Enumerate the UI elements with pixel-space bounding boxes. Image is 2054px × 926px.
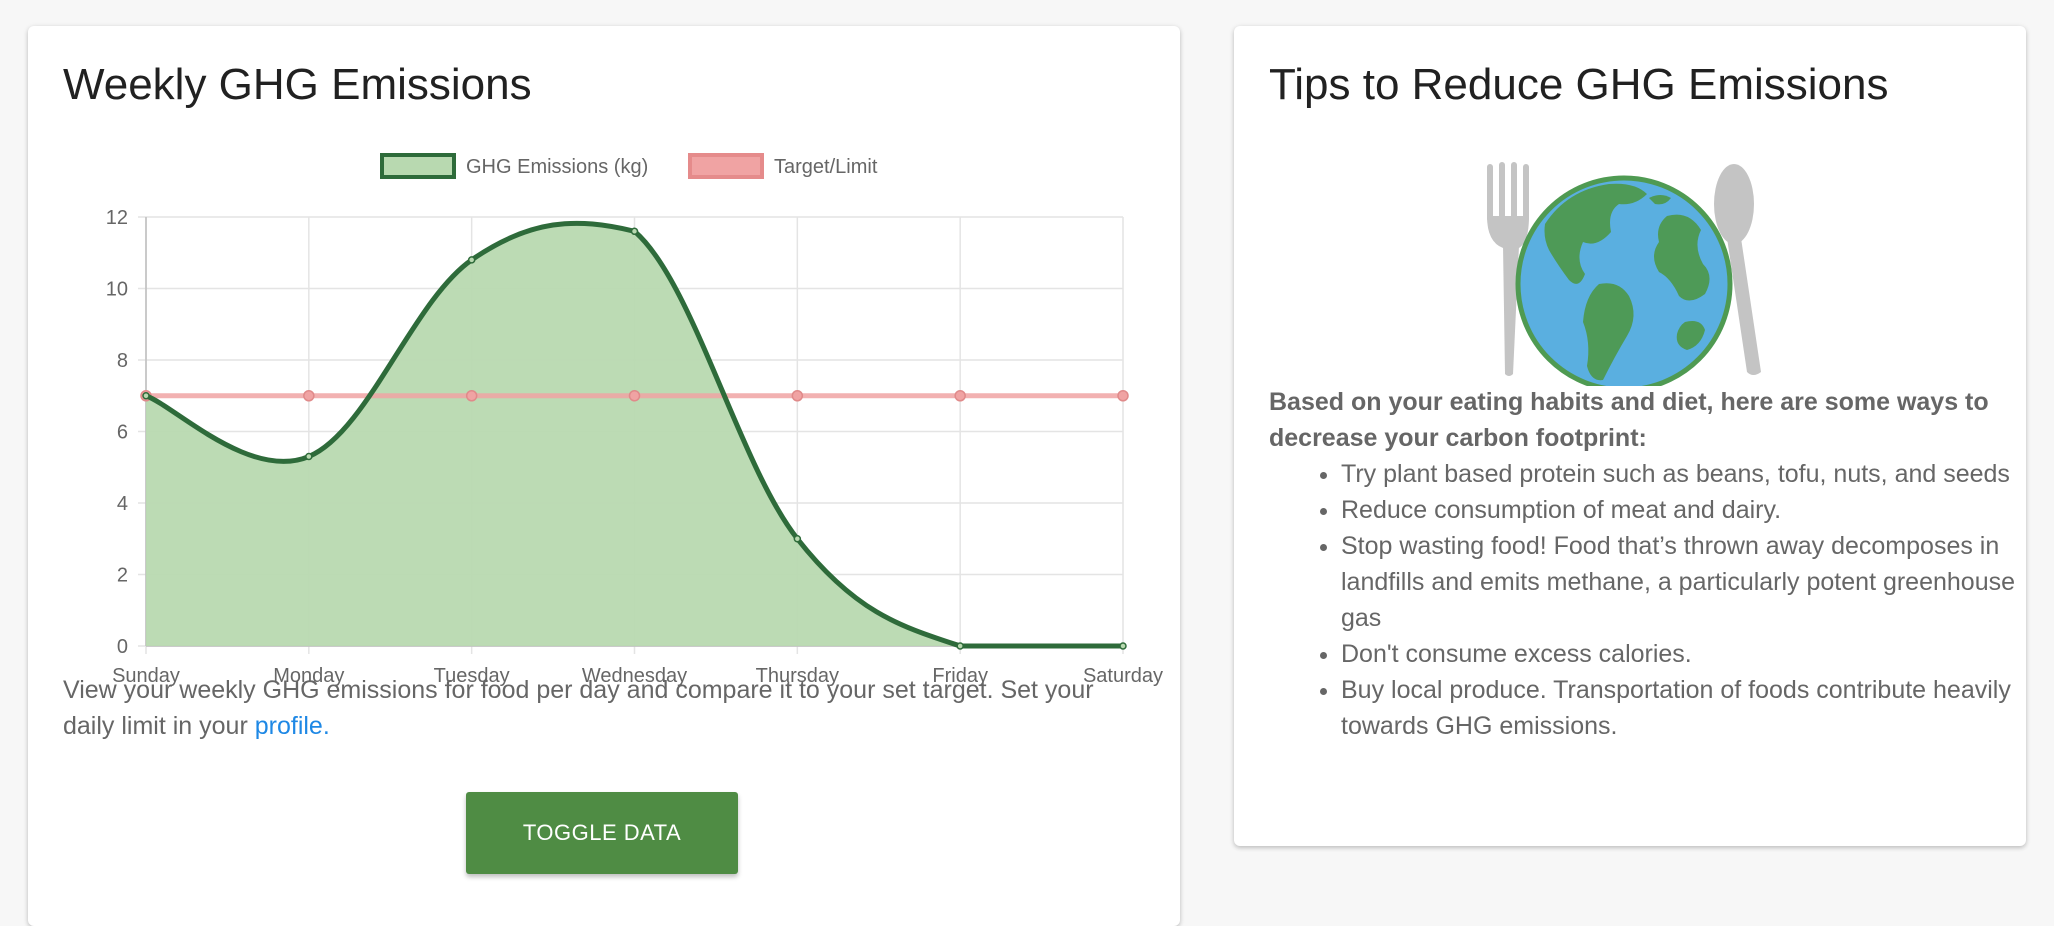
legend-label-target: Target/Limit xyxy=(774,156,878,178)
emissions-point xyxy=(956,642,964,650)
emissions-card: Weekly GHG Emissions 0 2 4 6 8 10 12 Sunday Mond… xyxy=(28,26,1180,926)
y-tick-label: 10 xyxy=(106,279,128,301)
list-item: Try plant based protein such as beans, t… xyxy=(1341,456,2054,492)
emissions-point xyxy=(305,452,313,461)
legend-label-emissions: GHG Emissions (kg) xyxy=(466,156,648,178)
tips-intro: Based on your eating habits and diet, he… xyxy=(1269,388,1989,452)
y-tick-label: 2 xyxy=(117,565,128,587)
emissions-description: View your weekly GHG emissions for food … xyxy=(63,672,1133,744)
emissions-point xyxy=(1119,642,1127,650)
legend-swatch-emissions xyxy=(380,153,456,179)
target-point xyxy=(628,390,641,402)
target-point xyxy=(954,390,966,402)
toggle-data-button[interactable]: TOGGLE DATA xyxy=(466,792,738,874)
y-tick-label: 0 xyxy=(117,636,128,658)
emissions-area xyxy=(146,223,1123,646)
emissions-card-title: Weekly GHG Emissions xyxy=(63,60,532,109)
legend-swatch-target xyxy=(688,153,764,179)
target-point xyxy=(1117,390,1129,402)
emissions-point xyxy=(630,227,639,236)
target-point xyxy=(791,390,804,402)
target-point xyxy=(465,390,478,402)
list-item: Don't consume excess calories. xyxy=(1341,636,2054,672)
emissions-point xyxy=(793,535,802,543)
list-item: Buy local produce. Transportation of foo… xyxy=(1341,672,2054,744)
emissions-point xyxy=(467,256,476,264)
y-tick-label: 12 xyxy=(106,207,128,229)
emissions-point xyxy=(142,392,150,400)
emissions-chart: 024681012Sunday Monday Tuesday Wednesday Thu… xyxy=(106,153,1163,687)
profile-link[interactable]: profile. xyxy=(255,712,330,740)
description-text: View your weekly GHG emissions for food … xyxy=(63,676,1094,740)
list-item: Reduce consumption of meat and dairy. xyxy=(1341,492,2054,528)
y-tick-label: 6 xyxy=(117,422,128,444)
list-item: Stop wasting food! Food that’s thrown aw… xyxy=(1341,528,2054,636)
target-point xyxy=(303,390,315,402)
y-tick-label: 8 xyxy=(117,350,128,372)
tips-list: Try plant based protein such as beans, t… xyxy=(1269,456,2054,744)
globe-with-fork-and-spoon-icon xyxy=(1487,162,1761,386)
y-tick-label: 4 xyxy=(117,493,128,515)
tips-card-title: Tips to Reduce GHG Emissions xyxy=(1269,60,1889,109)
tips-card: Tips to Reduce GHG Emissions Based on yo… xyxy=(1234,26,2026,846)
